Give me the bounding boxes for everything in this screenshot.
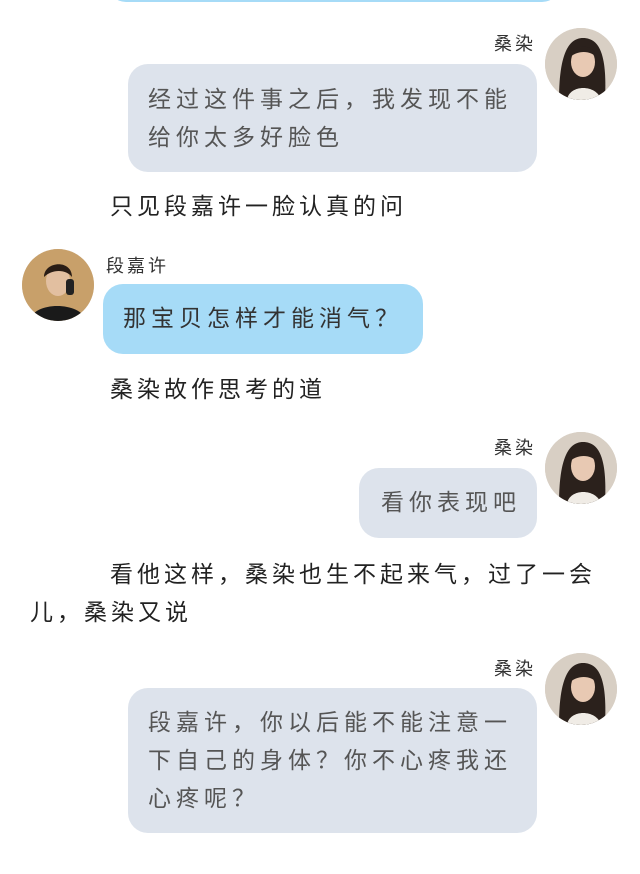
- narration-text: 只见段嘉许一脸认真的问: [110, 194, 407, 220]
- sender-name: 桑染: [494, 438, 536, 459]
- message-bubble: 那宝贝怎样才能消气？: [103, 284, 423, 354]
- avatar-sangran[interactable]: [545, 653, 617, 725]
- narration-text: 看他这样，桑染也生不起来气，过了一会儿，桑染又说: [30, 562, 596, 626]
- avatar-sangran[interactable]: [545, 28, 617, 100]
- message-bubble: 段嘉许，你以后能不能注意一下自己的身体？你不心疼我还心疼呢？: [128, 688, 537, 833]
- avatar-duanjiaxu[interactable]: [22, 249, 94, 321]
- sender-name: 段嘉许: [106, 256, 169, 277]
- sender-name: 桑染: [494, 659, 536, 680]
- message-bubble: 看你表现吧: [359, 468, 537, 538]
- previous-message-bubble: [108, 0, 560, 2]
- message-bubble: 经过这件事之后，我发现不能给你太多好脸色: [128, 64, 537, 172]
- sender-name: 桑染: [494, 34, 536, 55]
- avatar-sangran[interactable]: [545, 432, 617, 504]
- narration-text: 桑染故作思考的道: [110, 377, 326, 403]
